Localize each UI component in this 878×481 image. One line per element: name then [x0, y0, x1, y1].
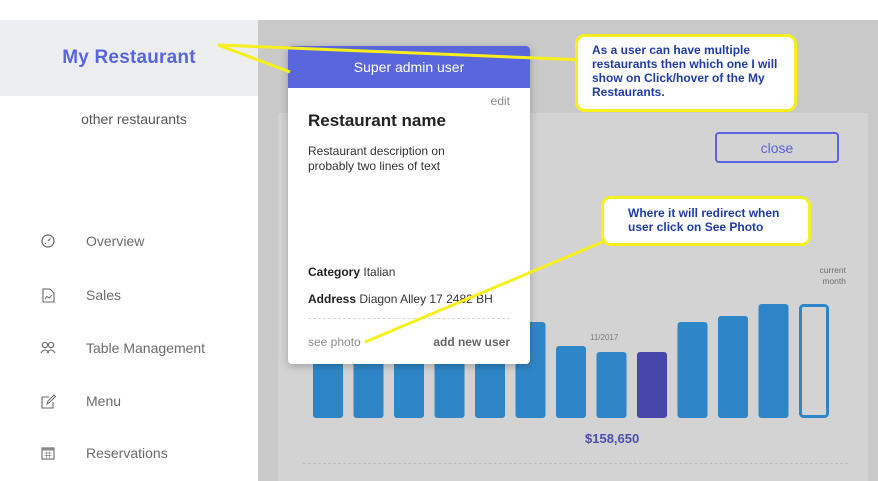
- edit-link[interactable]: edit: [491, 94, 510, 108]
- category-value: Italian: [363, 265, 396, 279]
- annotation-photo-note: Where it will redirect when user click o…: [601, 196, 811, 246]
- restaurant-description: Restaurant description on probably two l…: [308, 144, 445, 173]
- nav-label: Reservations: [86, 445, 168, 461]
- current-month-label: current month: [819, 265, 846, 286]
- nav-item-sales[interactable]: Sales: [40, 283, 121, 307]
- close-button[interactable]: close: [715, 132, 839, 163]
- see-photo-link[interactable]: see photo: [308, 335, 361, 349]
- popover-header: Super admin user: [288, 46, 530, 88]
- nav-item-overview[interactable]: Overview: [40, 229, 144, 253]
- address-value: Diagon Alley 17 2482 BH: [359, 292, 493, 306]
- restaurant-category: Category Italian: [308, 265, 395, 279]
- chart-file-icon: [40, 287, 56, 303]
- brand-title: My Restaurant: [62, 47, 196, 68]
- restaurant-name: Restaurant name: [308, 111, 446, 130]
- sidebar: My Restaurant other restaurants Overview…: [0, 0, 258, 481]
- nav-label: Sales: [86, 287, 122, 303]
- popover-header-title: Super admin user: [353, 59, 465, 75]
- nav-label: Overview: [86, 233, 145, 249]
- bar-month-label: 11/2017: [590, 333, 619, 342]
- annotation-restaurants-note: As a user can have multiple restaurants …: [575, 34, 797, 112]
- restaurant-address: Address Diagon Alley 17 2482 BH: [308, 292, 493, 306]
- nav-label: Menu: [86, 393, 122, 409]
- address-key: Address: [308, 292, 357, 306]
- chart-divider: [303, 463, 848, 464]
- nav-label: Table Management: [86, 340, 206, 356]
- nav-item-menu[interactable]: Menu: [40, 389, 121, 413]
- popover-divider: [308, 318, 510, 319]
- sales-total: $158,650: [585, 431, 640, 446]
- add-new-user-button[interactable]: add new user: [433, 335, 510, 349]
- nav-item-reservations[interactable]: Reservations: [40, 441, 168, 465]
- gauge-icon: [40, 233, 56, 249]
- nav-item-table-management[interactable]: Table Management: [40, 336, 205, 360]
- calendar-icon: [40, 445, 56, 461]
- restaurant-popover: Super admin user edit Restaurant name Re…: [288, 46, 530, 364]
- other-restaurants-link[interactable]: other restaurants: [0, 111, 268, 127]
- my-restaurant-selector[interactable]: My Restaurant: [0, 20, 258, 96]
- category-key: Category: [308, 265, 361, 279]
- users-icon: [40, 340, 56, 356]
- edit-icon: [40, 393, 56, 409]
